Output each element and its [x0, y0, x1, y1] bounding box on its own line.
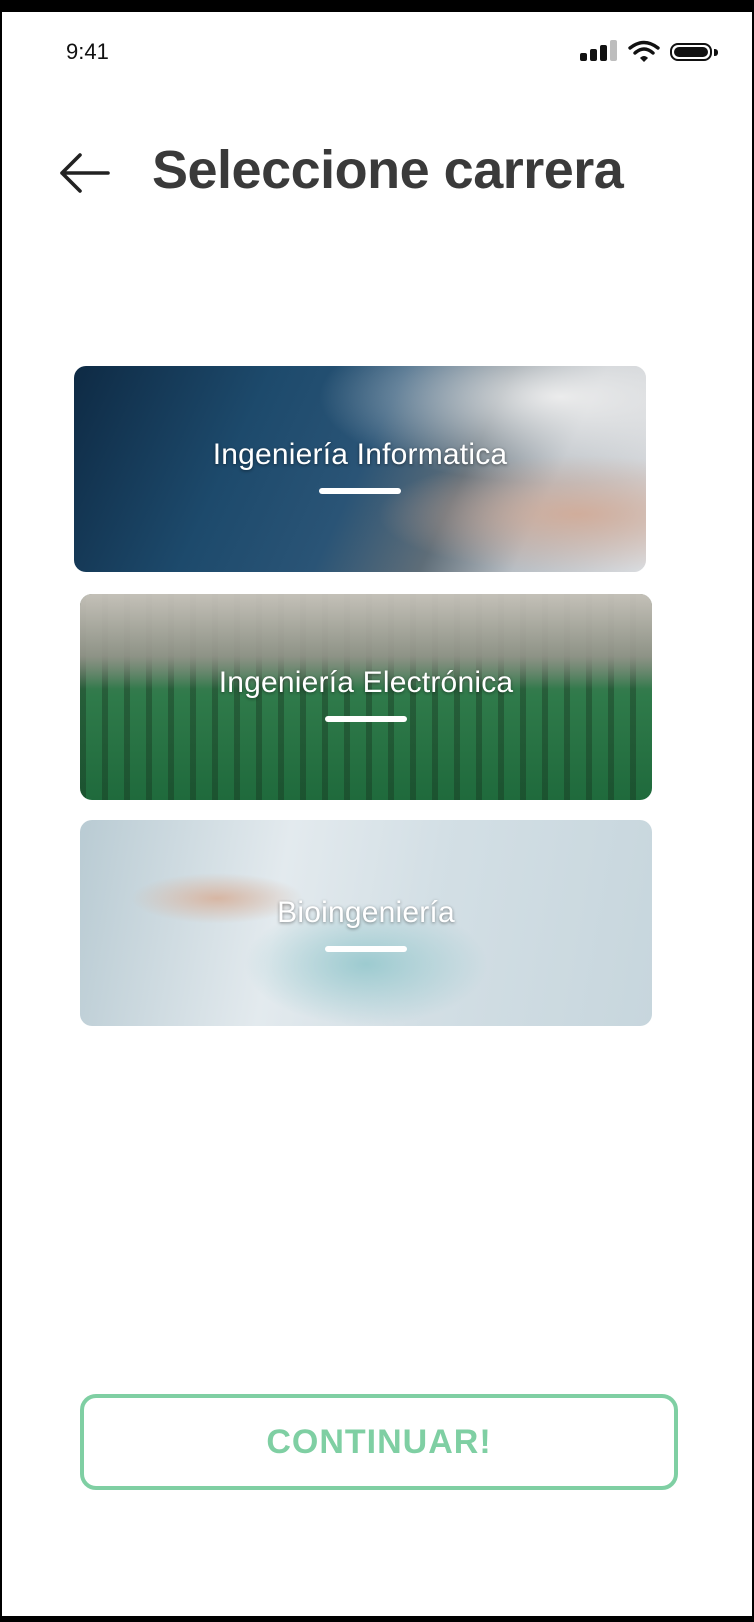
- career-label: Bioingeniería: [277, 896, 455, 929]
- continue-button[interactable]: CONTINUAR!: [80, 1394, 678, 1490]
- signal-icon: [580, 40, 620, 64]
- arrow-left-icon: [60, 153, 110, 193]
- career-underline: [319, 488, 401, 494]
- career-card-informatica[interactable]: Ingeniería Informatica: [74, 366, 646, 572]
- status-time: 9:41: [66, 39, 109, 64]
- wifi-icon: [628, 40, 660, 62]
- page-title: Seleccione carrera: [152, 140, 624, 200]
- career-underline: [325, 946, 407, 952]
- career-underline: [325, 716, 407, 722]
- phone-screen: 9:41 Seleccione carrera Ingeniería Infor…: [0, 0, 754, 1622]
- career-card-electronica[interactable]: Ingeniería Electrónica: [80, 594, 652, 800]
- status-icons: [580, 40, 720, 64]
- career-label: Ingeniería Electrónica: [218, 666, 514, 699]
- career-card-bioingenieria[interactable]: Bioingeniería: [80, 820, 652, 1026]
- back-button[interactable]: [56, 147, 112, 199]
- career-label: Ingeniería Informatica: [212, 438, 508, 471]
